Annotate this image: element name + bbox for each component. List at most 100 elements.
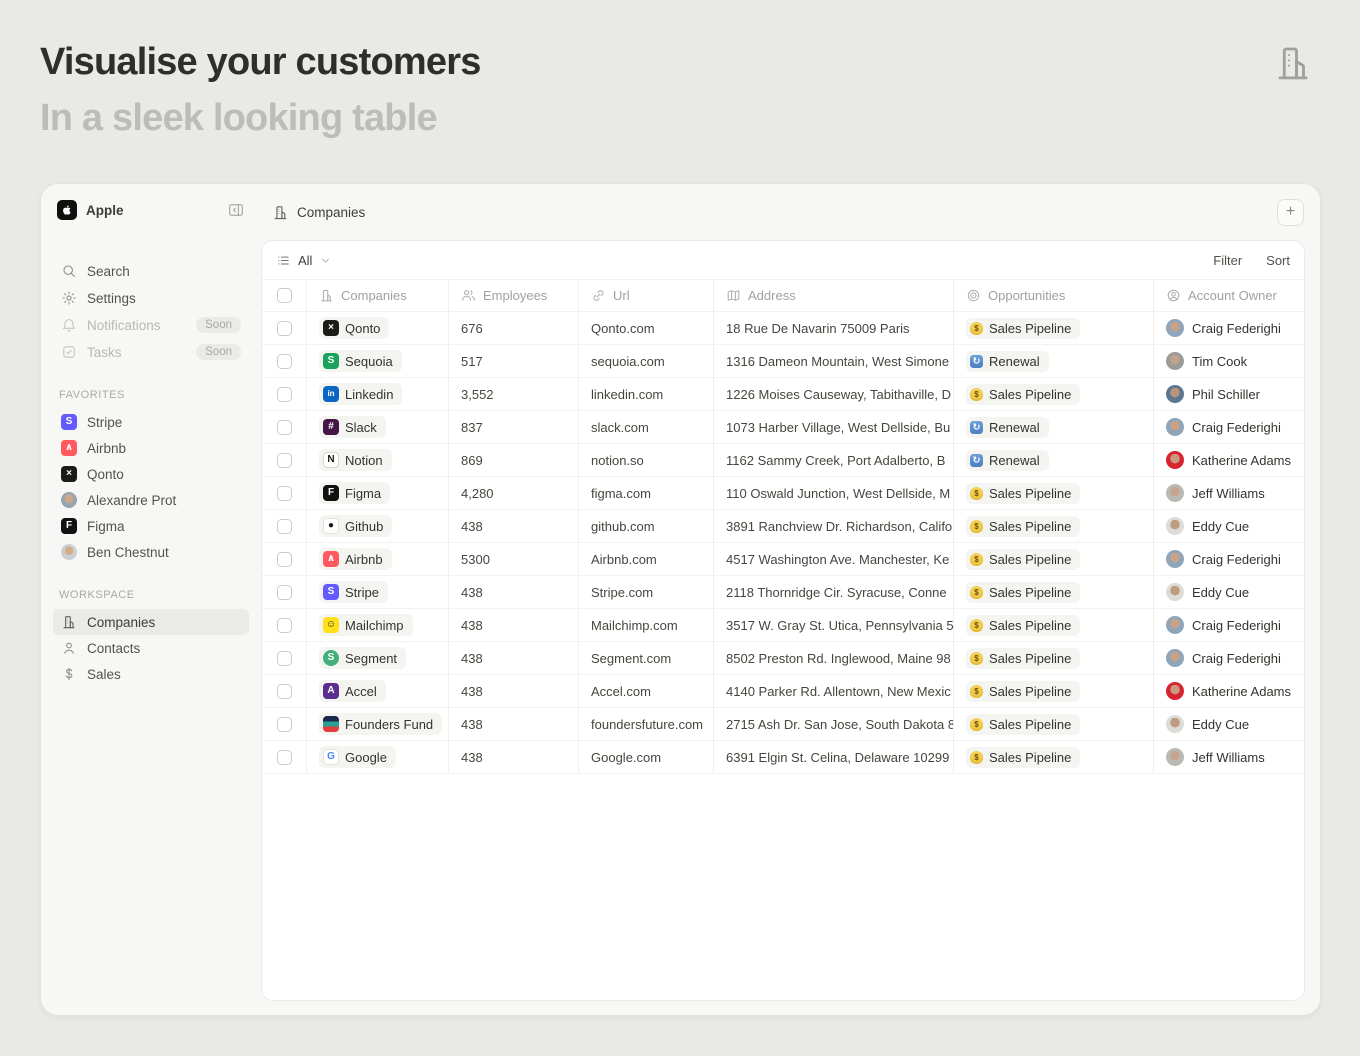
sidebar-item-search[interactable]: Search — [53, 258, 249, 284]
sidebar-item-tasks[interactable]: TasksSoon — [53, 339, 249, 365]
table-row[interactable]: GGoogle438Google.com6391 Elgin St. Celin… — [262, 741, 1304, 774]
company-chip[interactable]: SSequoia — [319, 350, 402, 372]
row-checkbox[interactable] — [277, 453, 292, 468]
sidebar-item-contacts[interactable]: Contacts — [53, 635, 249, 661]
alexandre-prot-icon — [61, 492, 77, 508]
row-checkbox[interactable] — [277, 750, 292, 765]
opportunity-badge[interactable]: $Sales Pipeline — [966, 483, 1080, 504]
table-row[interactable]: SStripe438Stripe.com2118 Thornridge Cir.… — [262, 576, 1304, 609]
table-row[interactable]: inLinkedin3,552linkedin.com1226 Moises C… — [262, 378, 1304, 411]
table-row[interactable]: NNotion869notion.so1162 Sammy Creek, Por… — [262, 444, 1304, 477]
add-button[interactable]: + — [1277, 199, 1304, 226]
company-chip[interactable]: ∧Airbnb — [319, 548, 392, 570]
column-header-opportunities[interactable]: Opportunities — [954, 280, 1154, 311]
row-checkbox[interactable] — [277, 552, 292, 567]
column-header-employees[interactable]: Employees — [449, 280, 579, 311]
sidebar-item-airbnb[interactable]: ∧Airbnb — [53, 435, 249, 461]
opportunity-badge[interactable]: $Sales Pipeline — [966, 384, 1080, 405]
table-row[interactable]: SSegment438Segment.com8502 Preston Rd. I… — [262, 642, 1304, 675]
row-checkbox[interactable] — [277, 354, 292, 369]
company-chip[interactable]: Founders Fund — [319, 713, 442, 735]
column-header-address[interactable]: Address — [714, 280, 954, 311]
owner-name: Eddy Cue — [1192, 585, 1249, 600]
sidebar-item-alexandre-prot[interactable]: Alexandre Prot — [53, 487, 249, 513]
table-row[interactable]: ∧Airbnb5300Airbnb.com4517 Washington Ave… — [262, 543, 1304, 576]
opportunity-badge[interactable]: ↻Renewal — [966, 351, 1049, 372]
founders-fund-logo-icon — [323, 716, 339, 732]
table-row[interactable]: AAccel438Accel.com4140 Parker Rd. Allent… — [262, 675, 1304, 708]
company-chip[interactable]: #Slack — [319, 416, 386, 438]
table-row[interactable]: #Slack837slack.com1073 Harber Village, W… — [262, 411, 1304, 444]
row-checkbox[interactable] — [277, 321, 292, 336]
opportunity-cell: $Sales Pipeline — [954, 609, 1154, 641]
sidebar-item-sales[interactable]: Sales — [53, 661, 249, 687]
select-all-checkbox[interactable] — [277, 288, 292, 303]
opportunity-badge[interactable]: $Sales Pipeline — [966, 582, 1080, 603]
renewal-icon: ↻ — [970, 454, 983, 467]
column-header-companies[interactable]: Companies — [307, 280, 449, 311]
table-row[interactable]: FFigma4,280figma.com110 Oswald Junction,… — [262, 477, 1304, 510]
opportunity-badge[interactable]: $Sales Pipeline — [966, 318, 1080, 339]
company-chip[interactable]: NNotion — [319, 449, 392, 471]
table-row[interactable]: Founders Fund438foundersfuture.com2715 A… — [262, 708, 1304, 741]
table-row[interactable]: ×Qonto676Qonto.com18 Rue De Navarin 7500… — [262, 312, 1304, 345]
row-checkbox[interactable] — [277, 618, 292, 633]
filter-button[interactable]: Filter — [1213, 253, 1242, 268]
money-bag-icon: $ — [970, 652, 983, 665]
sidebar-item-ben-chestnut[interactable]: Ben Chestnut — [53, 539, 249, 565]
owner-name: Phil Schiller — [1192, 387, 1260, 402]
company-chip[interactable]: SStripe — [319, 581, 388, 603]
row-checkbox[interactable] — [277, 684, 292, 699]
sidebar-item-companies[interactable]: Companies — [53, 609, 249, 635]
column-header-account-owner[interactable]: Account Owner — [1154, 280, 1304, 311]
company-chip[interactable]: inLinkedin — [319, 383, 402, 405]
row-checkbox[interactable] — [277, 387, 292, 402]
opportunity-badge[interactable]: $Sales Pipeline — [966, 615, 1080, 636]
row-checkbox[interactable] — [277, 651, 292, 666]
figma-icon: F — [61, 518, 77, 534]
sidebar-item-stripe[interactable]: SStripe — [53, 409, 249, 435]
view-selector[interactable]: All — [276, 253, 332, 268]
row-checkbox[interactable] — [277, 519, 292, 534]
row-checkbox[interactable] — [277, 420, 292, 435]
opportunity-badge[interactable]: $Sales Pipeline — [966, 516, 1080, 537]
account-owner-cell: Eddy Cue — [1154, 708, 1304, 740]
opportunity-badge[interactable]: $Sales Pipeline — [966, 549, 1080, 570]
table-row[interactable]: ●Github438github.com3891 Ranchview Dr. R… — [262, 510, 1304, 543]
table-card: All Filter Sort CompaniesEmployeesUrlAdd… — [261, 240, 1305, 1001]
company-chip[interactable]: ☺Mailchimp — [319, 614, 413, 636]
row-checkbox-cell — [262, 510, 307, 542]
opportunity-cell: $Sales Pipeline — [954, 642, 1154, 674]
opportunity-badge[interactable]: $Sales Pipeline — [966, 681, 1080, 702]
sidebar-item-settings[interactable]: Settings — [53, 285, 249, 311]
company-chip[interactable]: GGoogle — [319, 746, 396, 768]
row-checkbox[interactable] — [277, 717, 292, 732]
company-name: Sequoia — [345, 354, 393, 369]
stripe-logo-icon: S — [323, 584, 339, 600]
task-icon — [61, 344, 77, 360]
row-checkbox[interactable] — [277, 486, 292, 501]
sort-button[interactable]: Sort — [1266, 253, 1290, 268]
collapse-sidebar-icon[interactable] — [227, 201, 245, 219]
table-row[interactable]: ☺Mailchimp438Mailchimp.com3517 W. Gray S… — [262, 609, 1304, 642]
company-chip[interactable]: ●Github — [319, 515, 392, 537]
column-header-url[interactable]: Url — [579, 280, 714, 311]
sidebar-item-figma[interactable]: FFigma — [53, 513, 249, 539]
row-checkbox[interactable] — [277, 585, 292, 600]
url-cell: Airbnb.com — [579, 543, 714, 575]
opportunity-badge[interactable]: ↻Renewal — [966, 417, 1049, 438]
opportunity-badge[interactable]: $Sales Pipeline — [966, 747, 1080, 768]
company-chip[interactable]: FFigma — [319, 482, 390, 504]
url-cell: Google.com — [579, 741, 714, 773]
table-row[interactable]: SSequoia517sequoia.com1316 Dameon Mounta… — [262, 345, 1304, 378]
opportunity-badge[interactable]: $Sales Pipeline — [966, 648, 1080, 669]
opportunity-badge[interactable]: ↻Renewal — [966, 450, 1049, 471]
sidebar-item-notifications[interactable]: NotificationsSoon — [53, 312, 249, 338]
workspace-switcher[interactable]: Apple — [53, 198, 249, 222]
sidebar-item-qonto[interactable]: ×Qonto — [53, 461, 249, 487]
company-chip[interactable]: ×Qonto — [319, 317, 389, 339]
company-chip[interactable]: AAccel — [319, 680, 386, 702]
opportunity-badge[interactable]: $Sales Pipeline — [966, 714, 1080, 735]
employees-cell: 438 — [449, 675, 579, 707]
company-chip[interactable]: SSegment — [319, 647, 406, 669]
